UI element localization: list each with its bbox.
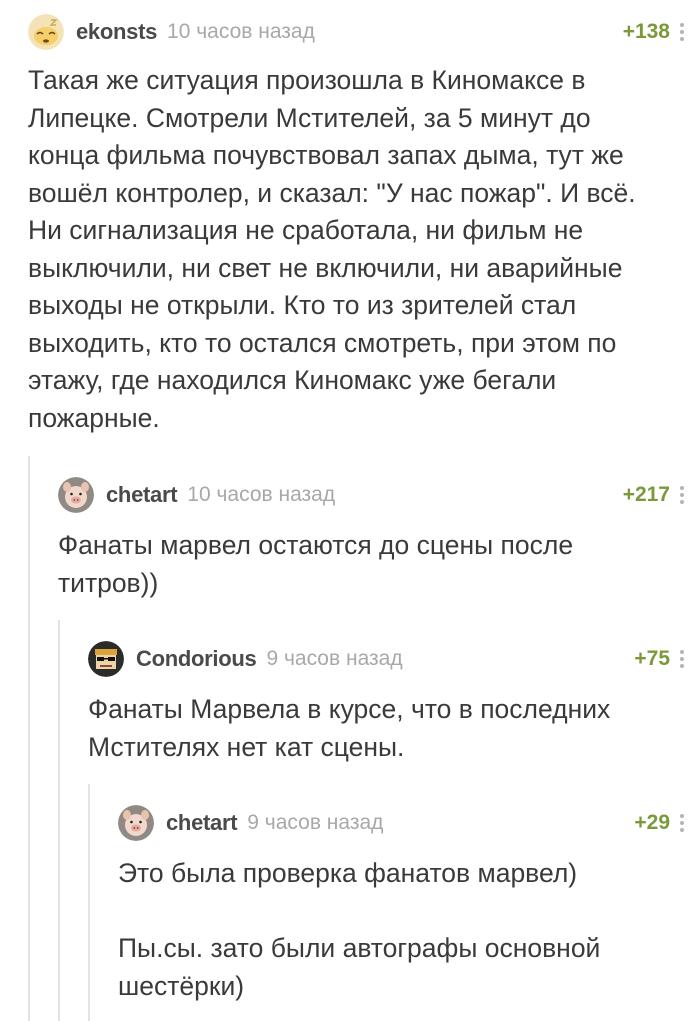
comment-text: Фанаты марвел остаются до сцены после ти… <box>58 530 581 598</box>
sleeping-face-avatar-icon <box>28 14 64 50</box>
username[interactable]: chetart <box>166 810 238 836</box>
comment-time[interactable]: 9 часов назад <box>266 647 402 671</box>
more-options-icon[interactable] <box>680 814 684 832</box>
user-avatar[interactable] <box>28 14 64 50</box>
comment-text: Фанаты Марвела в курсе, что в последних … <box>88 694 618 762</box>
more-options-icon[interactable] <box>680 486 684 504</box>
comment-rating[interactable]: +75 <box>634 647 670 671</box>
comment-rating[interactable]: +217 <box>623 483 670 507</box>
username[interactable]: chetart <box>106 482 178 508</box>
pig-avatar-icon <box>118 805 154 841</box>
thread-line[interactable] <box>58 620 60 1021</box>
comment-time[interactable]: 10 часов назад <box>187 483 335 507</box>
more-options-icon[interactable] <box>680 23 684 41</box>
more-options-icon[interactable] <box>680 650 684 668</box>
comment-text: Это была проверка фанатов марвел) Пы.сы.… <box>118 858 601 1001</box>
pig-avatar-icon <box>58 477 94 513</box>
comment-rating[interactable]: +29 <box>634 811 670 835</box>
username[interactable]: Condorious <box>136 646 257 672</box>
comment-time[interactable]: 9 часов назад <box>247 811 383 835</box>
username[interactable]: ekonsts <box>76 19 157 45</box>
comment-time[interactable]: 10 часов назад <box>167 20 315 44</box>
user-avatar[interactable] <box>58 477 94 513</box>
comment-header: Condorious 9 часов назад +75 <box>88 641 700 677</box>
pixel-face-avatar-icon <box>88 641 124 677</box>
comment: chetart 10 часов назад +217 Фанаты марве… <box>58 477 700 602</box>
comment-header: chetart 9 часов назад +29 <box>118 805 700 841</box>
comment: chetart 9 часов назад +29 Это была прове… <box>118 805 700 1005</box>
comment-rating[interactable]: +138 <box>623 20 670 44</box>
comment-text: Такая же ситуация произошла в Киномаксе … <box>28 65 644 433</box>
thread-line[interactable] <box>88 784 90 1021</box>
comment-header: ekonsts 10 часов назад +138 <box>28 14 700 50</box>
user-avatar[interactable] <box>118 805 154 841</box>
comment: Condorious 9 часов назад +75 Фанаты Марв… <box>88 641 700 766</box>
comment-header: chetart 10 часов назад +217 <box>58 477 700 513</box>
comment: ekonsts 10 часов назад +138 Такая же сит… <box>28 14 700 437</box>
user-avatar[interactable] <box>88 641 124 677</box>
thread-line[interactable] <box>28 456 30 1021</box>
